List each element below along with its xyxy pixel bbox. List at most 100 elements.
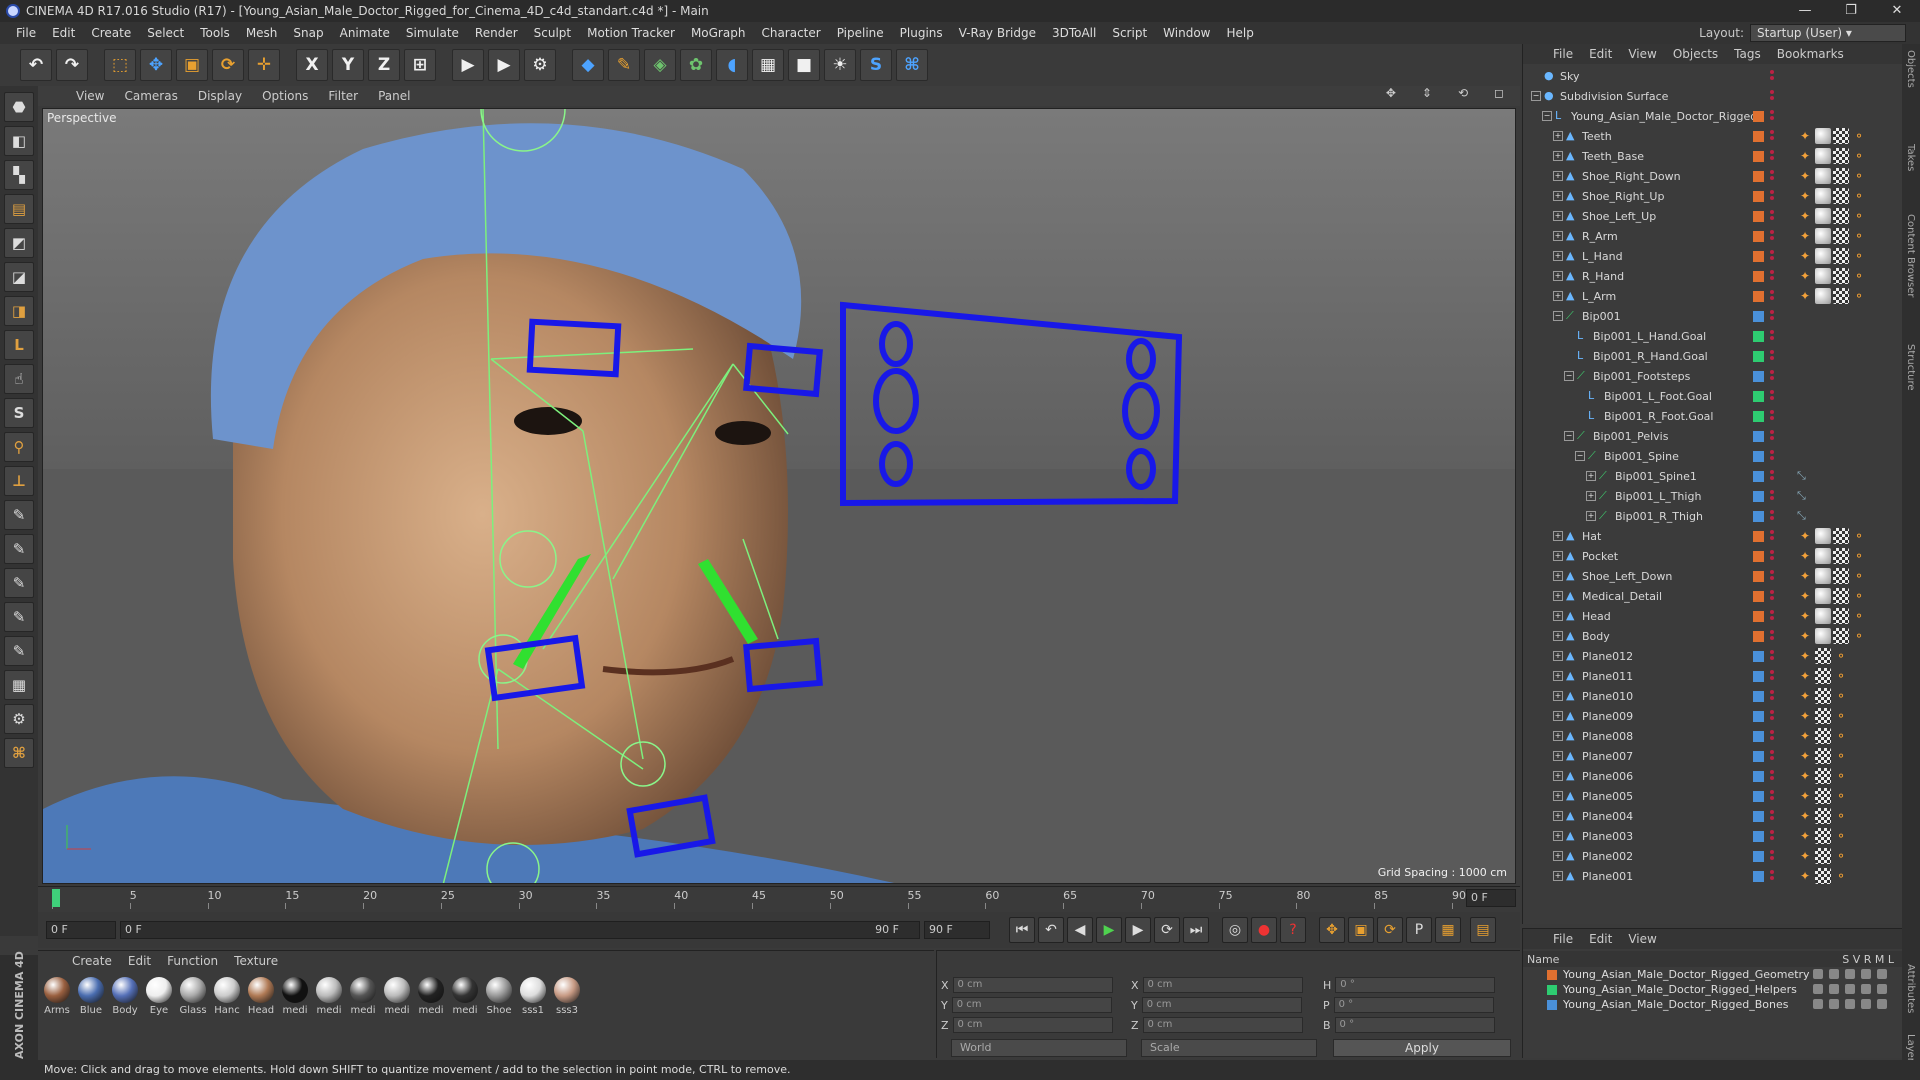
undo-icon[interactable]: ↶ [20, 49, 52, 81]
visibility-dots[interactable] [1770, 410, 1774, 422]
object-menu-tags[interactable]: Tags [1726, 47, 1769, 61]
frame-range-slider[interactable]: 0 F 90 F [120, 921, 920, 939]
model-mode-icon[interactable]: ◧ [4, 126, 34, 156]
visibility-dots[interactable] [1770, 230, 1774, 242]
weight-tag-icon[interactable]: ⚬ [1833, 808, 1849, 824]
side-tab-takes[interactable]: Takes [1905, 144, 1916, 171]
object-name[interactable]: Bip001_L_Thigh [1615, 490, 1701, 503]
texture-tag-icon[interactable] [1815, 728, 1831, 744]
ik-tag-icon[interactable]: ⤡ [1797, 488, 1813, 504]
object-row[interactable]: + ▲ R_Hand ✦ ⚬ [1523, 266, 1903, 286]
layer-color-swatch[interactable] [1753, 291, 1764, 302]
visibility-dots[interactable] [1770, 650, 1774, 662]
texture-tag-icon[interactable] [1833, 148, 1849, 164]
expand-toggle-icon[interactable]: − [1531, 91, 1541, 101]
object-row[interactable]: + ▲ Medical_Detail ✦ ⚬ [1523, 586, 1903, 606]
visibility-dots[interactable] [1770, 790, 1774, 802]
weight-tag-icon[interactable]: ⚬ [1851, 148, 1867, 164]
material-swatch[interactable]: Shoe [484, 977, 514, 1016]
expand-toggle-icon[interactable]: + [1586, 491, 1596, 501]
material-tag-icon[interactable] [1815, 568, 1831, 584]
phong-tag-icon[interactable]: ✦ [1797, 148, 1813, 164]
layout-dropdown[interactable]: Startup (User) ▾ [1750, 24, 1906, 42]
material-tag-icon[interactable] [1815, 148, 1831, 164]
visibility-dots[interactable] [1770, 370, 1774, 382]
weight-tag-icon[interactable]: ⚬ [1851, 268, 1867, 284]
scale-key-icon[interactable]: ▣ [1348, 917, 1374, 943]
points-mode-icon[interactable]: ◩ [4, 228, 34, 258]
phong-tag-icon[interactable]: ✦ [1797, 668, 1813, 684]
layer-color-swatch[interactable] [1753, 231, 1764, 242]
p-rotation-field[interactable]: 0 ° [1333, 997, 1494, 1013]
visibility-dots[interactable] [1770, 90, 1774, 102]
visibility-dots[interactable] [1770, 70, 1774, 82]
material-swatch[interactable]: Arms [42, 977, 72, 1016]
weight-tag-icon[interactable]: ⚬ [1851, 588, 1867, 604]
material-tag-icon[interactable] [1815, 268, 1831, 284]
material-tag-icon[interactable] [1815, 608, 1831, 624]
viewport-menu-view[interactable]: View [66, 89, 114, 103]
texture-tag-icon[interactable] [1815, 648, 1831, 664]
texture-tag-icon[interactable] [1833, 548, 1849, 564]
render-view-icon[interactable]: ▶ [452, 49, 484, 81]
object-row[interactable]: + ▲ Shoe_Left_Up ✦ ⚬ [1523, 206, 1903, 226]
phong-tag-icon[interactable]: ✦ [1797, 548, 1813, 564]
layer-color-swatch[interactable] [1753, 351, 1764, 362]
menu-simulate[interactable]: Simulate [398, 26, 467, 40]
apply-button[interactable]: Apply [1333, 1039, 1511, 1057]
layer-color-swatch[interactable] [1753, 571, 1764, 582]
object-name[interactable]: Head [1582, 610, 1611, 623]
object-menu-file[interactable]: File [1545, 47, 1581, 61]
x-size-field[interactable]: 0 cm [1142, 977, 1303, 993]
object-row[interactable]: + ▲ Pocket ✦ ⚬ [1523, 546, 1903, 566]
menu-help[interactable]: Help [1218, 26, 1261, 40]
menu-snap[interactable]: Snap [285, 26, 331, 40]
object-row[interactable]: + ▲ Plane003 ✦ ⚬ [1523, 826, 1903, 846]
texture-tag-icon[interactable] [1833, 228, 1849, 244]
layer-color-swatch[interactable] [1753, 531, 1764, 542]
expand-toggle-icon[interactable]: + [1553, 831, 1563, 841]
visibility-dots[interactable] [1770, 850, 1774, 862]
material-swatch[interactable]: medi [314, 977, 344, 1016]
next-frame-icon[interactable]: ▶ [1125, 917, 1151, 943]
menu-render[interactable]: Render [467, 26, 526, 40]
phong-tag-icon[interactable]: ✦ [1797, 268, 1813, 284]
expand-toggle-icon[interactable]: + [1553, 851, 1563, 861]
expand-toggle-icon[interactable]: − [1553, 311, 1563, 321]
layer-color-swatch[interactable] [1753, 391, 1764, 402]
object-row[interactable]: + ▲ Plane001 ✦ ⚬ [1523, 866, 1903, 886]
render-settings-icon[interactable]: ⚙ [524, 49, 556, 81]
vray-icon[interactable]: S [860, 49, 892, 81]
texture-tag-icon[interactable] [1833, 588, 1849, 604]
layer-color-swatch[interactable] [1753, 251, 1764, 262]
object-name[interactable]: Shoe_Right_Down [1582, 170, 1681, 183]
layer-color-swatch[interactable] [1753, 151, 1764, 162]
visibility-dots[interactable] [1770, 450, 1774, 462]
snap-icon[interactable]: S [4, 398, 34, 428]
script-python-icon[interactable]: ⌘ [4, 738, 34, 768]
visibility-dots[interactable] [1770, 730, 1774, 742]
object-row[interactable]: − ⟋ Bip001_Footsteps [1523, 366, 1903, 386]
viewport-menu-options[interactable]: Options [252, 89, 318, 103]
visibility-dots[interactable] [1770, 290, 1774, 302]
visibility-dots[interactable] [1770, 150, 1774, 162]
layer-row[interactable]: Young_Asian_Male_Doctor_Rigged_Bones [1523, 997, 1902, 1012]
weight-tag-icon[interactable]: ⚬ [1851, 248, 1867, 264]
object-row[interactable]: L Bip001_L_Foot.Goal [1523, 386, 1903, 406]
light-icon[interactable]: ☀ [824, 49, 856, 81]
weight-tag-icon[interactable]: ⚬ [1851, 628, 1867, 644]
side-tab-structure[interactable]: Structure [1905, 344, 1916, 391]
y-axis-lock-icon[interactable]: Y [332, 49, 364, 81]
object-name[interactable]: Bip001 [1582, 310, 1621, 323]
tweak-mode-icon[interactable]: ☝ [4, 364, 34, 394]
object-name[interactable]: Bip001_L_Foot.Goal [1604, 390, 1712, 403]
menu-tools[interactable]: Tools [192, 26, 238, 40]
object-row[interactable]: + ▲ Teeth_Base ✦ ⚬ [1523, 146, 1903, 166]
b-rotation-field[interactable]: 0 ° [1334, 1017, 1495, 1033]
material-swatch[interactable]: medi [348, 977, 378, 1016]
object-row[interactable]: + ▲ L_Arm ✦ ⚬ [1523, 286, 1903, 306]
object-name[interactable]: Plane004 [1582, 810, 1633, 823]
layer-color-swatch[interactable] [1753, 451, 1764, 462]
layer-color-swatch[interactable] [1753, 411, 1764, 422]
parameter-key-icon[interactable]: P [1406, 917, 1432, 943]
